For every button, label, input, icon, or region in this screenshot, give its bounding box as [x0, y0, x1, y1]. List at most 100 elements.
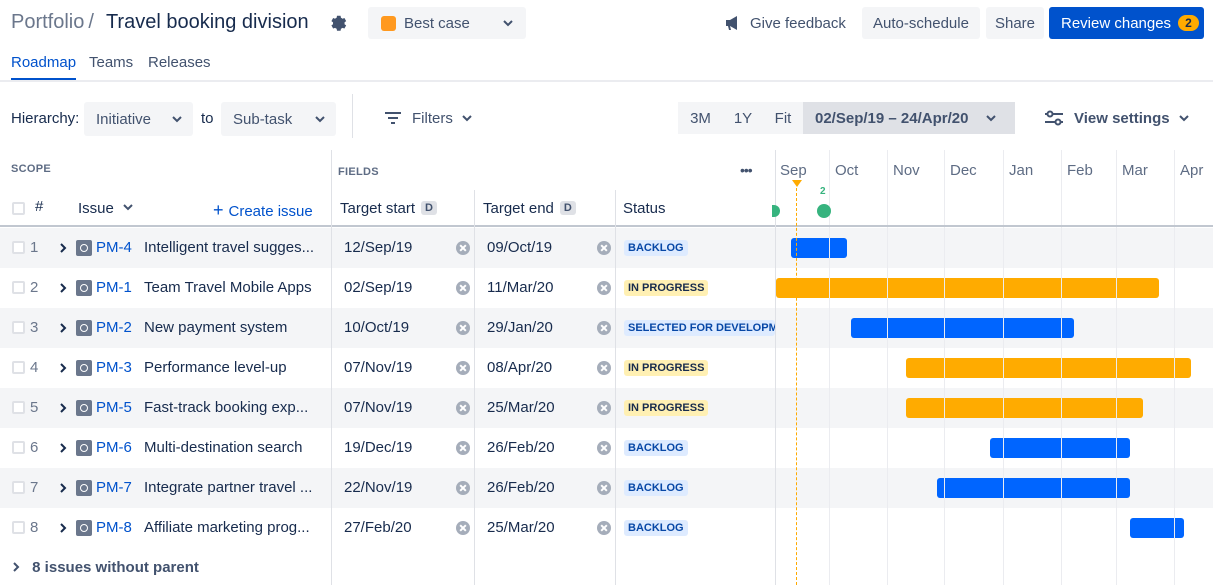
issue-summary[interactable]: Intelligent travel sugges...	[144, 239, 314, 256]
row-checkbox[interactable]	[12, 401, 25, 414]
release-marker[interactable]	[817, 204, 831, 218]
row-checkbox[interactable]	[12, 441, 25, 454]
issue-key-link[interactable]: PM-4	[96, 239, 132, 256]
issue-key-link[interactable]: PM-1	[96, 279, 132, 296]
breadcrumb-portfolio-link[interactable]: Portfolio	[11, 11, 84, 33]
chevron-right-icon[interactable]	[58, 362, 68, 374]
filters-button[interactable]: Filters	[384, 100, 483, 136]
status-badge[interactable]: SELECTED FOR DEVELOPM	[624, 320, 775, 336]
zoom-fit-button[interactable]: Fit	[763, 102, 803, 134]
clear-target-start-icon[interactable]	[456, 321, 470, 335]
target-end-value[interactable]: 09/Oct/19	[487, 239, 552, 256]
clear-target-end-icon[interactable]	[597, 481, 611, 495]
issue-key-link[interactable]: PM-2	[96, 319, 132, 336]
issue-key-link[interactable]: PM-6	[96, 439, 132, 456]
col-header-target-start[interactable]: Target start D	[340, 200, 437, 217]
clear-target-end-icon[interactable]	[597, 281, 611, 295]
chevron-right-icon[interactable]	[58, 282, 68, 294]
chevron-right-icon[interactable]	[58, 482, 68, 494]
status-badge[interactable]: IN PROGRESS	[624, 400, 709, 416]
issue-key-link[interactable]: PM-5	[96, 399, 132, 416]
clear-target-start-icon[interactable]	[456, 521, 470, 535]
clear-target-start-icon[interactable]	[456, 401, 470, 415]
issue-key-link[interactable]: PM-3	[96, 359, 132, 376]
review-changes-button[interactable]: Review changes 2	[1049, 7, 1204, 39]
chevron-right-icon[interactable]	[58, 402, 68, 414]
chevron-right-icon[interactable]	[58, 322, 68, 334]
hierarchy-from-select[interactable]: Initiative	[84, 102, 193, 136]
timeline-bar[interactable]	[936, 478, 1130, 498]
gear-icon[interactable]	[326, 12, 348, 34]
status-badge[interactable]: IN PROGRESS	[624, 280, 709, 296]
target-end-value[interactable]: 11/Mar/20	[487, 279, 553, 296]
table-row[interactable]: 1 PM-4 Intelligent travel sugges... 12/Sep/…	[0, 228, 1213, 268]
table-row[interactable]: 7 PM-7 Integrate partner travel ... 22/Nov/…	[0, 468, 1213, 508]
select-all-checkbox[interactable]	[12, 202, 25, 215]
issue-key-link[interactable]: PM-7	[96, 479, 132, 496]
target-end-value[interactable]: 29/Jan/20	[487, 319, 553, 336]
row-checkbox[interactable]	[12, 521, 25, 534]
status-badge[interactable]: IN PROGRESS	[624, 360, 709, 376]
date-range-select[interactable]: 02/Sep/19 – 24/Apr/20	[803, 102, 1015, 134]
clear-target-end-icon[interactable]	[597, 401, 611, 415]
share-button[interactable]: Share	[986, 7, 1044, 39]
target-start-value[interactable]: 22/Nov/19	[344, 479, 412, 496]
status-badge[interactable]: BACKLOG	[624, 520, 688, 536]
chevron-right-icon[interactable]	[58, 242, 68, 254]
clear-target-start-icon[interactable]	[456, 481, 470, 495]
table-row[interactable]: 5 PM-5 Fast-track booking exp... 07/Nov/19 2…	[0, 388, 1213, 428]
table-row[interactable]: 3 PM-2 New payment system 10/Oct/19 29/Jan/2…	[0, 308, 1213, 348]
timeline-bar[interactable]	[776, 278, 1159, 298]
auto-schedule-button[interactable]: Auto-schedule	[862, 7, 980, 39]
timeline-bar[interactable]	[906, 398, 1143, 418]
issue-summary[interactable]: Team Travel Mobile Apps	[144, 279, 314, 296]
clear-target-end-icon[interactable]	[597, 361, 611, 375]
chevron-right-icon[interactable]	[58, 522, 68, 534]
target-start-value[interactable]: 27/Feb/20	[344, 519, 412, 536]
view-settings-button[interactable]: View settings	[1044, 100, 1190, 136]
col-header-issue[interactable]: Issue	[78, 200, 134, 217]
clear-target-start-icon[interactable]	[456, 441, 470, 455]
issues-without-parent-toggle[interactable]: 8 issues without parent	[12, 559, 199, 576]
timeline-bar[interactable]	[906, 358, 1191, 378]
clear-target-end-icon[interactable]	[597, 321, 611, 335]
target-start-value[interactable]: 02/Sep/19	[344, 279, 412, 296]
status-badge[interactable]: BACKLOG	[624, 240, 688, 256]
table-row[interactable]: 6 PM-6 Multi-destination search 19/Dec/19 26…	[0, 428, 1213, 468]
clear-target-start-icon[interactable]	[456, 241, 470, 255]
target-end-value[interactable]: 26/Feb/20	[487, 439, 555, 456]
target-start-value[interactable]: 07/Nov/19	[344, 399, 412, 416]
table-row[interactable]: 2 PM-1 Team Travel Mobile Apps 02/Sep/19 11/…	[0, 268, 1213, 308]
table-row[interactable]: 4 PM-3 Performance level-up 07/Nov/19 08/Apr…	[0, 348, 1213, 388]
target-start-value[interactable]: 07/Nov/19	[344, 359, 412, 376]
tab-roadmap[interactable]: Roadmap	[11, 54, 77, 80]
row-checkbox[interactable]	[12, 481, 25, 494]
issue-summary[interactable]: New payment system	[144, 319, 314, 336]
release-marker-partial[interactable]	[772, 205, 780, 217]
table-row[interactable]: 8 PM-8 Affiliate marketing prog... 27/Feb/2…	[0, 508, 1213, 548]
issue-summary[interactable]: Multi-destination search	[144, 439, 314, 456]
issue-summary[interactable]: Fast-track booking exp...	[144, 399, 314, 416]
issue-key-link[interactable]: PM-8	[96, 519, 132, 536]
col-header-status[interactable]: Status	[623, 200, 666, 217]
row-checkbox[interactable]	[12, 361, 25, 374]
target-end-value[interactable]: 26/Feb/20	[487, 479, 555, 496]
target-end-value[interactable]: 08/Apr/20	[487, 359, 552, 376]
tab-teams[interactable]: Teams	[89, 54, 133, 78]
status-badge[interactable]: BACKLOG	[624, 480, 688, 496]
clear-target-end-icon[interactable]	[597, 441, 611, 455]
timeline-bar[interactable]	[1129, 518, 1185, 538]
more-options-icon[interactable]: •••	[740, 162, 753, 178]
clear-target-start-icon[interactable]	[456, 281, 470, 295]
create-issue-button[interactable]: + Create issue	[213, 200, 313, 221]
give-feedback-button[interactable]: Give feedback	[724, 8, 846, 38]
status-badge[interactable]: BACKLOG	[624, 440, 688, 456]
issue-summary[interactable]: Integrate partner travel ...	[144, 479, 314, 496]
timeline-bar[interactable]	[791, 238, 847, 258]
clear-target-end-icon[interactable]	[597, 241, 611, 255]
tab-releases[interactable]: Releases	[148, 54, 211, 78]
zoom-1y-button[interactable]: 1Y	[723, 102, 763, 134]
row-checkbox[interactable]	[12, 241, 25, 254]
zoom-3m-button[interactable]: 3M	[678, 102, 723, 134]
row-checkbox[interactable]	[12, 281, 25, 294]
